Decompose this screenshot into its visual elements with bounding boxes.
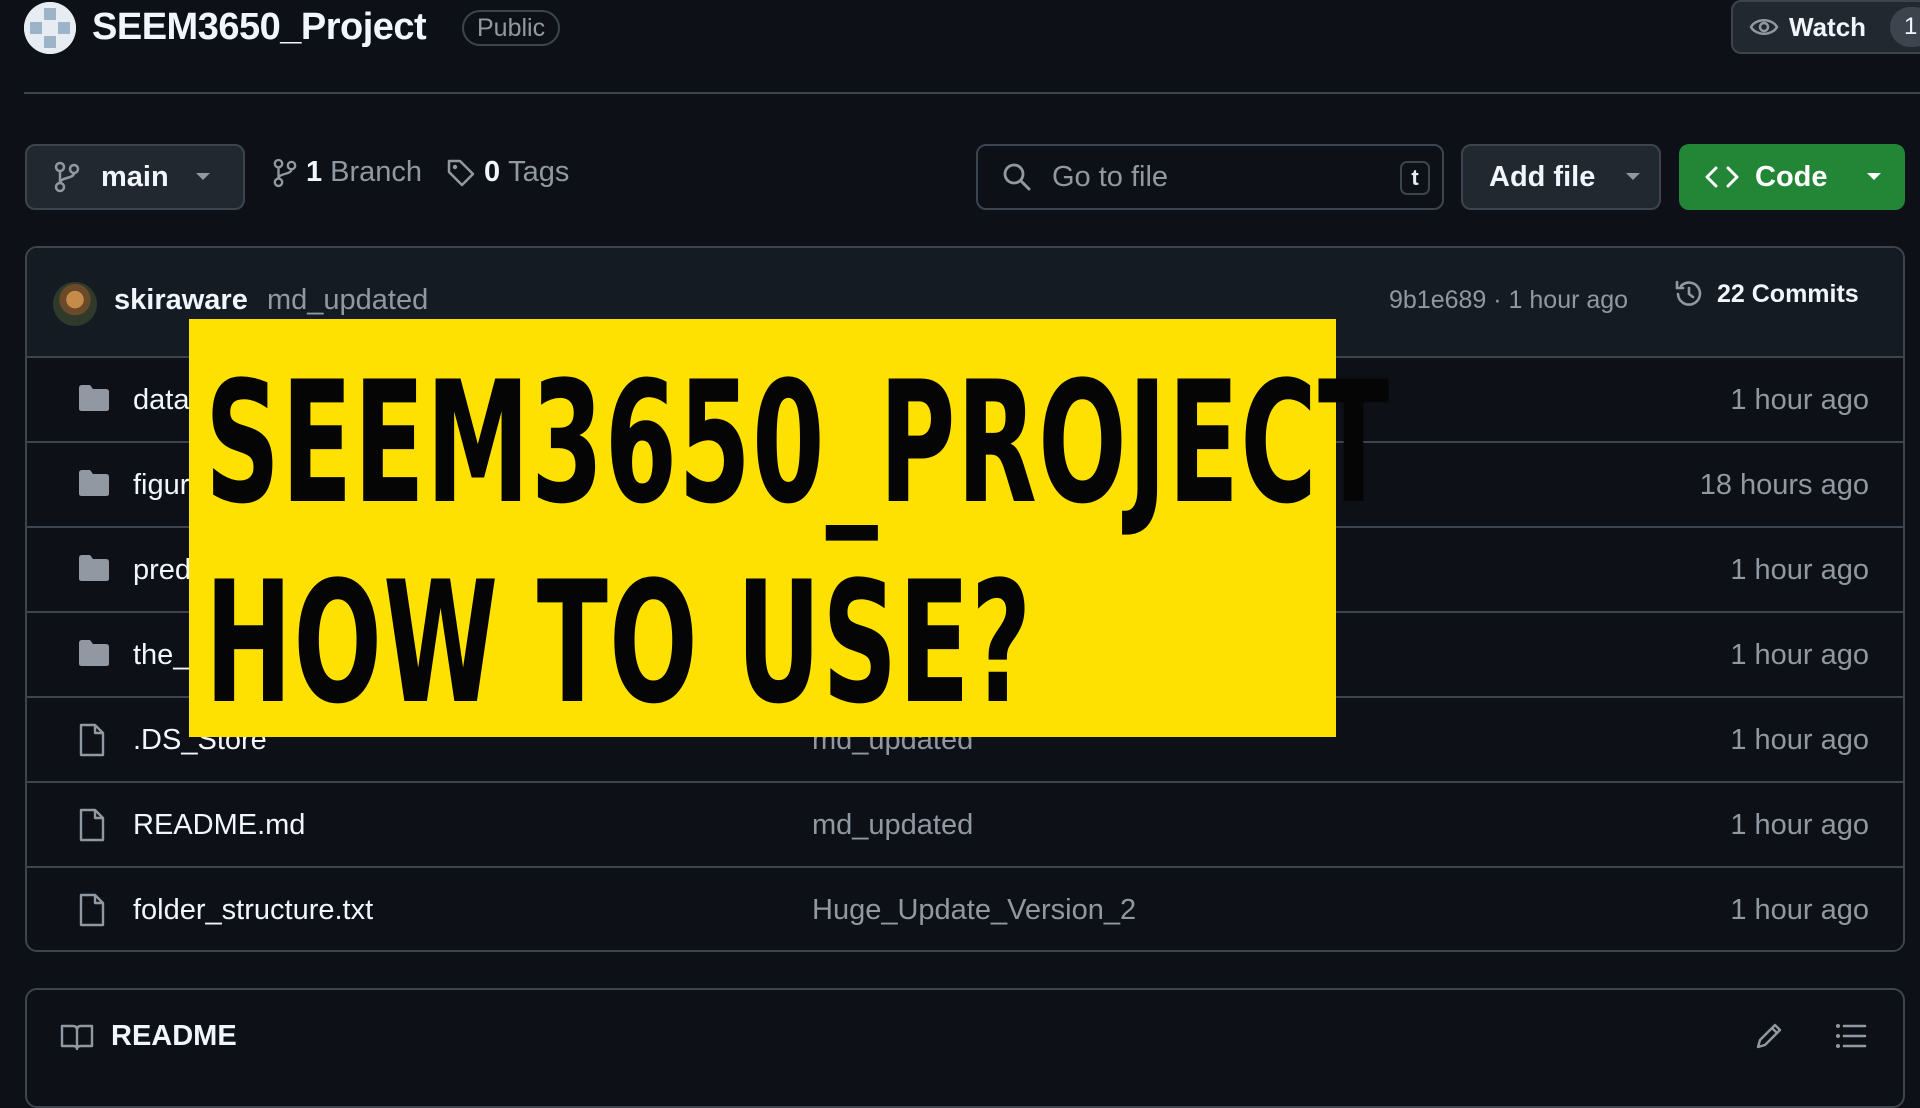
list-outline-icon[interactable] (1835, 1022, 1867, 1050)
code-button[interactable]: Code (1679, 144, 1905, 210)
file-commit-message[interactable]: Huge_Update_Version_2 (812, 894, 1136, 927)
avatar[interactable] (53, 282, 97, 326)
repo-name[interactable]: SEEM3650_Project (92, 6, 427, 49)
history-icon (1673, 278, 1705, 310)
file-time: 1 hour ago (1730, 639, 1869, 671)
git-branch-icon (272, 158, 298, 188)
book-icon (59, 1022, 95, 1052)
title-overlay-banner: SEEM3650_PROJECT HOW TO USE? (189, 319, 1391, 741)
overlay-subtitle-line: HOW TO USE? (205, 545, 1033, 741)
file-icon (77, 808, 107, 842)
file-icon (77, 723, 107, 757)
branch-label: Branch (330, 156, 423, 188)
file-name[interactable]: figur (133, 469, 189, 502)
code-label: Code (1755, 160, 1828, 193)
branch-tag-info: 1 Branch 0 Tags (272, 156, 569, 189)
folder-icon (77, 638, 111, 668)
overlay-title-line: SEEM3650_PROJECT (205, 345, 1391, 541)
add-file-button[interactable]: Add file (1461, 144, 1661, 210)
readme-panel: README (25, 988, 1905, 1108)
table-row[interactable]: folder_structure.txt Huge_Update_Version… (27, 868, 1903, 950)
tag-label: Tags (508, 156, 570, 188)
folder-icon (77, 468, 111, 498)
file-time: 18 hours ago (1699, 469, 1869, 501)
watch-button[interactable]: Watch 1 (1731, 0, 1920, 54)
readme-title[interactable]: README (111, 1020, 237, 1053)
file-time: 1 hour ago (1730, 724, 1869, 756)
file-icon (77, 893, 107, 927)
file-name[interactable]: README.md (133, 809, 305, 842)
commits-count-label: 22 Commits (1717, 279, 1859, 308)
folder-icon (77, 383, 111, 413)
file-time: 1 hour ago (1730, 809, 1869, 841)
code-icon (1705, 165, 1739, 189)
search-input[interactable] (1050, 159, 1374, 195)
caret-down-icon (1866, 172, 1882, 182)
tags-link[interactable]: 0 Tags (446, 156, 569, 189)
eye-icon (1749, 16, 1779, 38)
file-time: 1 hour ago (1730, 384, 1869, 416)
file-name[interactable]: folder_structure.txt (133, 894, 373, 927)
file-name[interactable]: pred (133, 554, 191, 587)
tag-icon (446, 158, 476, 188)
keyboard-shortcut-hint: t (1400, 161, 1430, 195)
branches-link[interactable]: 1 Branch (272, 156, 422, 189)
file-time: 1 hour ago (1730, 894, 1869, 926)
branch-count: 1 (306, 156, 323, 188)
caret-down-icon (195, 172, 211, 182)
add-file-label: Add file (1489, 160, 1596, 193)
commit-hash-time[interactable]: 9b1e689 · 1 hour ago (1389, 286, 1628, 315)
branch-name: main (101, 160, 169, 193)
file-name[interactable]: data (133, 384, 189, 417)
search-icon (1002, 162, 1032, 192)
commit-author[interactable]: skiraware (114, 284, 248, 317)
file-name[interactable]: the_ (133, 639, 189, 672)
git-branch-icon (53, 161, 81, 193)
commits-link[interactable]: 22 Commits (1673, 278, 1859, 310)
folder-icon (77, 553, 111, 583)
header-divider (24, 92, 1920, 94)
visibility-badge: Public (462, 10, 561, 46)
tag-count: 0 (484, 156, 501, 188)
watch-label: Watch (1789, 11, 1867, 42)
caret-down-icon (1625, 172, 1641, 182)
go-to-file-search[interactable]: t (976, 144, 1444, 210)
branch-selector-button[interactable]: main (25, 144, 245, 210)
watch-count: 1 (1890, 7, 1920, 47)
repo-owner-avatar[interactable] (24, 2, 76, 54)
pencil-icon[interactable] (1753, 1020, 1785, 1052)
commit-message[interactable]: md_updated (267, 284, 428, 317)
file-time: 1 hour ago (1730, 554, 1869, 586)
table-row[interactable]: README.md md_updated 1 hour ago (27, 783, 1903, 868)
file-commit-message[interactable]: md_updated (812, 809, 973, 842)
